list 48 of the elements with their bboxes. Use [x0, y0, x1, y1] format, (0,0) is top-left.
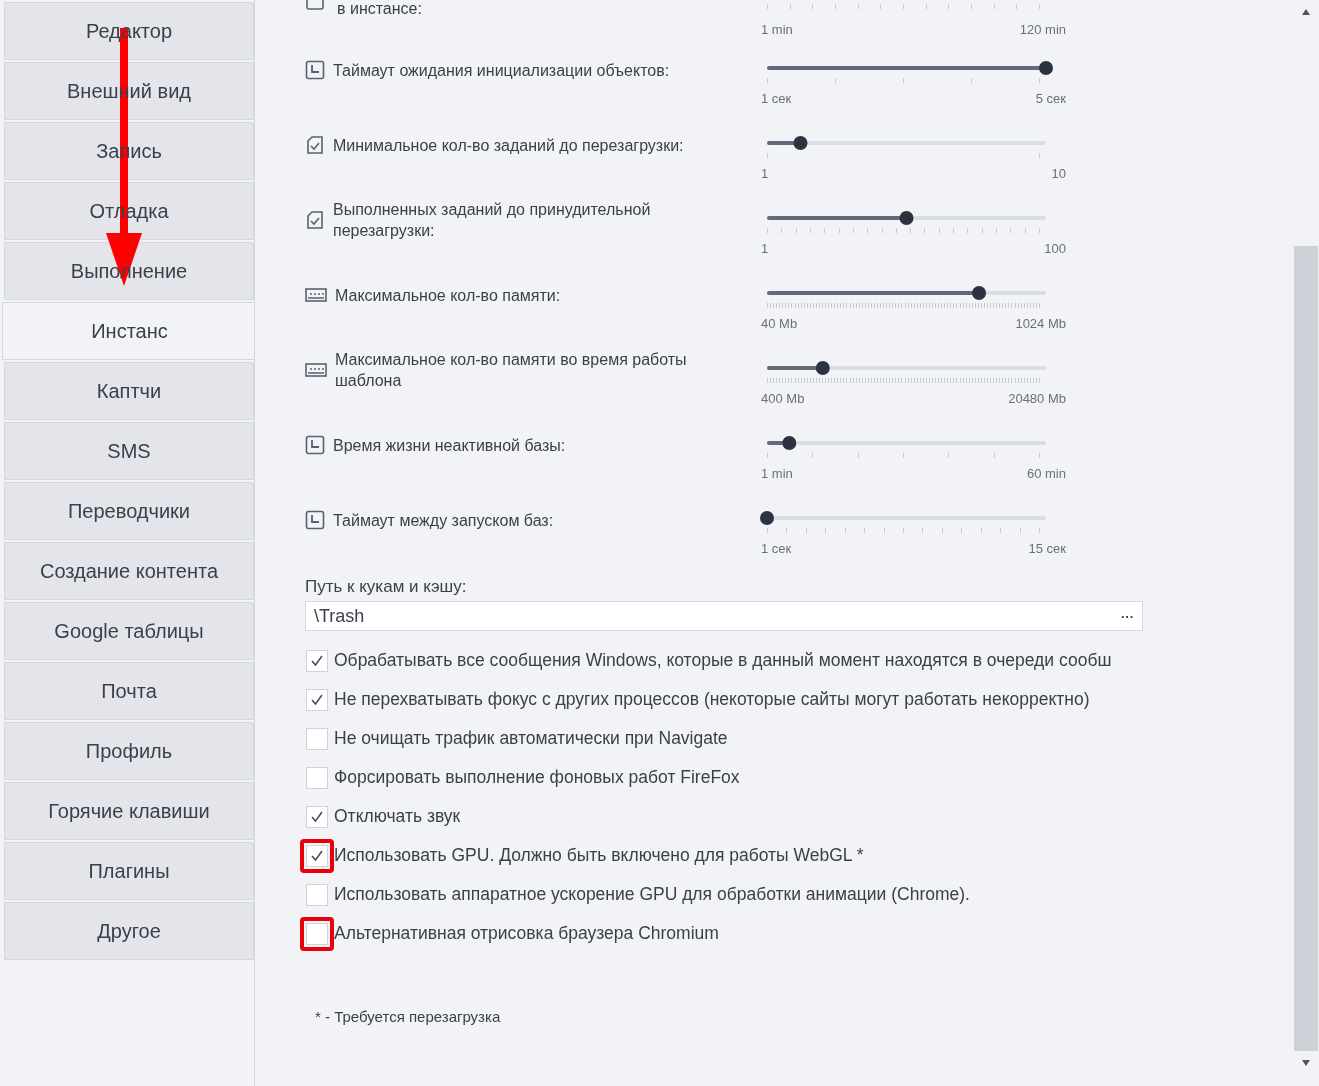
scale-min-label: 1 сек	[761, 541, 792, 556]
sidebar-item[interactable]: Почта	[4, 662, 254, 720]
sidebar-item[interactable]: Google таблицы	[4, 602, 254, 660]
checkbox-label: Отключать звук	[334, 806, 461, 827]
sidebar-item[interactable]: Горячие клавиши	[4, 782, 254, 840]
setting-label: Минимальное кол-во заданий до перезагрузки:	[333, 135, 685, 156]
checkbox-label: Использовать GPU. Должно быть включено для работы WebGL *	[334, 845, 864, 866]
scale-max-label: 20480 Mb	[1008, 391, 1066, 406]
sidebar-item[interactable]: Инстанс	[2, 302, 254, 360]
setting-label: Время жизни неактивной базы:	[333, 435, 567, 456]
checkbox-label: Обрабатывать все сообщения Windows, которые в данный момент находятся в очереди сообш	[334, 650, 1112, 671]
setting-label: в инстансе:	[337, 0, 422, 18]
scale-min-label: 400 Mb	[761, 391, 805, 406]
scale-min-label: 1	[761, 166, 769, 181]
path-field[interactable]: \Trash ···	[305, 601, 1143, 631]
checkbox-label: Не перехватывать фокус с других процессов (некоторые сайты могут работать некорректно)	[334, 689, 1090, 710]
checkbox-label: Не очищать трафик автоматически при Navigate	[334, 728, 728, 749]
sidebar-item[interactable]: Каптчи	[4, 362, 254, 420]
checkbox-label: Использовать аппаратное ускорение GPU для обработки анимации (Chrome).	[334, 884, 970, 905]
checkbox-label: Альтернативная отрисовка браузера Chromium	[334, 923, 719, 944]
sidebar-item[interactable]: Плагины	[4, 842, 254, 900]
scale-min-label: 1 min	[761, 22, 793, 37]
setting-label: Таймаут между запуском баз:	[333, 510, 555, 531]
scale-min-label: 1 сек	[761, 91, 792, 106]
scale-max-label: 100	[1044, 241, 1066, 256]
scale-max-label: 120 min	[1019, 22, 1066, 37]
scale-max-label: 5 сек	[1035, 91, 1066, 106]
sidebar-item[interactable]: Профиль	[4, 722, 254, 780]
footnote: * - Требуется перезагрузка	[315, 1008, 502, 1025]
scale-min-label: 1	[761, 241, 769, 256]
sidebar-item[interactable]: Создание контента	[4, 542, 254, 600]
scale-max-label: 1024 Mb	[1015, 316, 1066, 331]
field-label: Путь к кукам и кэшу:	[305, 577, 468, 598]
setting-label: Максимальное кол-во памяти:	[335, 285, 562, 306]
scale-max-label: 15 сек	[1028, 541, 1066, 556]
sidebar-item[interactable]: Переводчики	[4, 482, 254, 540]
scale-min-label: 40 Mb	[761, 316, 798, 331]
sidebar-item[interactable]: Другое	[4, 902, 254, 960]
scale-min-label: 1 min	[761, 466, 793, 481]
setting-label: Максимальное кол-во памяти во время работы шаблона	[335, 350, 688, 391]
scale-max-label: 60 min	[1026, 466, 1066, 481]
sidebar-item[interactable]: SMS	[4, 422, 254, 480]
sidebar-item[interactable]: Редактор	[4, 2, 254, 60]
checkbox-label: Форсировать выполнение фоновых работ FireFox	[334, 767, 740, 788]
setting-label: Выполненных заданий до принудительной перезагрузки:	[333, 200, 652, 241]
browse-button[interactable]: ···	[1121, 608, 1134, 624]
scale-max-label: 10	[1051, 166, 1066, 181]
setting-label: Таймаут ожидания инициализации объектов:	[333, 60, 671, 81]
